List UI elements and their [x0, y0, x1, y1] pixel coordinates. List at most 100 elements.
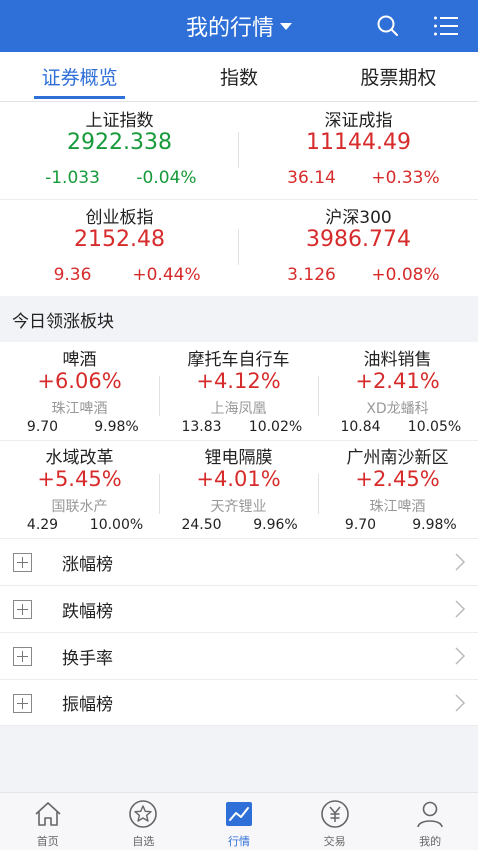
expand-plus-icon [13, 600, 32, 619]
menu-button[interactable] [428, 8, 464, 44]
chart-icon [225, 802, 252, 826]
ranking-label: 跌幅榜 [62, 601, 113, 622]
sector-pct: +5.45% [37, 467, 122, 491]
ranking-label: 涨幅榜 [62, 554, 113, 575]
leading-stock: 上海凤凰 [210, 401, 267, 417]
index-price: 2152.48 [74, 227, 165, 252]
stock-price: 10.84 [340, 419, 381, 435]
index-name: 深证成指 [324, 111, 393, 131]
stock-price: 13.83 [181, 419, 222, 435]
index-card-sz[interactable]: 深证成指 11144.49 36.14 +0.33% [239, 102, 478, 199]
chevron-right-icon [455, 553, 466, 571]
sector-name: 摩托车自行车 [187, 350, 290, 370]
tab-overview[interactable]: 证券概览 [0, 52, 159, 101]
sector-name: 水域改革 [45, 448, 114, 468]
expand-plus-icon [13, 553, 32, 572]
index-change: 3.126 [287, 265, 336, 285]
search-icon [377, 15, 398, 36]
chevron-right-icon [455, 600, 466, 618]
index-pct: +0.08% [371, 265, 440, 285]
nav-market[interactable]: 行情 [191, 793, 287, 850]
nav-watchlist[interactable]: 自选 [96, 793, 192, 850]
index-price: 2922.338 [67, 130, 172, 155]
index-pct: +0.44% [132, 265, 201, 285]
stock-price: 9.70 [26, 419, 59, 435]
stock-pct: 10.00% [89, 517, 144, 533]
sector-card[interactable]: 锂电隔膜 +4.01% 天齐锂业 24.50 9.96% [159, 440, 318, 538]
leading-stock: XD龙蟠科 [366, 401, 429, 417]
index-grid: 上证指数 2922.338 -1.033 -0.04% 深证成指 11144.49… [0, 102, 478, 296]
nav-profile[interactable]: 我的 [382, 793, 478, 850]
section-title-leading-sectors: 今日领涨板块 [0, 296, 478, 342]
sector-card[interactable]: 啤酒 +6.06% 珠江啤酒 9.70 9.98% [0, 342, 159, 440]
home-icon [35, 802, 61, 826]
leading-stock: 天齐锂业 [210, 499, 267, 515]
ranking-row-turnover[interactable]: 换手率 [0, 632, 478, 679]
tab-index[interactable]: 指数 [159, 52, 318, 101]
index-name: 上证指数 [85, 111, 154, 131]
ranking-label: 换手率 [62, 648, 113, 669]
stock-pct: 9.98% [412, 517, 457, 533]
index-card-hs300[interactable]: 沪深300 3986.774 3.126 +0.08% [239, 199, 478, 296]
sector-pct: +2.41% [355, 369, 440, 393]
index-change: 36.14 [287, 168, 336, 188]
sector-pct: +6.06% [37, 369, 122, 393]
nav-label: 我的 [419, 835, 442, 848]
nav-trade[interactable]: 交易 [287, 793, 383, 850]
star-icon [129, 800, 158, 828]
nav-label: 自选 [132, 835, 155, 848]
index-pct: +0.33% [371, 168, 440, 188]
leading-stock: 珠江啤酒 [369, 499, 426, 515]
chevron-right-icon [455, 694, 466, 712]
caret-down-icon [280, 22, 292, 30]
index-change: -1.033 [45, 168, 100, 188]
chevron-right-icon [455, 647, 466, 665]
title-dropdown[interactable]: 我的行情 [0, 0, 478, 52]
expand-plus-icon [13, 647, 32, 666]
sector-card[interactable]: 摩托车自行车 +4.12% 上海凤凰 13.83 10.02% [159, 342, 318, 440]
top-bar: 我的行情 [0, 0, 478, 52]
sector-card[interactable]: 水域改革 +5.45% 国联水产 4.29 10.00% [0, 440, 159, 538]
stock-price: 24.50 [181, 517, 222, 533]
stock-price: 4.29 [26, 517, 59, 533]
index-card-sh[interactable]: 上证指数 2922.338 -1.033 -0.04% [0, 102, 239, 199]
nav-label: 行情 [227, 835, 250, 848]
index-pct: -0.04% [136, 168, 197, 188]
index-card-cyb[interactable]: 创业板指 2152.48 9.36 +0.44% [0, 199, 239, 296]
sector-name: 广州南沙新区 [346, 448, 449, 468]
sector-pct: +4.12% [196, 369, 281, 393]
yuan-icon [320, 800, 349, 828]
stock-price: 9.70 [344, 517, 377, 533]
search-button[interactable] [370, 8, 406, 44]
tab-stock-options[interactable]: 股票期权 [319, 52, 478, 101]
stock-pct: 9.98% [94, 419, 139, 435]
ranking-label: 振幅榜 [62, 695, 113, 715]
index-price: 11144.49 [306, 130, 411, 155]
index-change: 9.36 [53, 265, 92, 285]
leading-stock: 珠江啤酒 [51, 401, 108, 417]
index-price: 3986.774 [306, 227, 411, 252]
ranking-list: 涨幅榜 跌幅榜 换手率 振幅榜 [0, 538, 478, 726]
sector-card[interactable]: 广州南沙新区 +2.45% 珠江啤酒 9.70 9.98% [318, 440, 477, 538]
sector-pct: +2.45% [355, 467, 440, 491]
bottom-nav: 首页 自选 行情 交易 我的 [0, 792, 478, 850]
list-menu-icon [434, 16, 458, 36]
page-title: 我的行情 [185, 16, 274, 41]
ranking-row-losers[interactable]: 跌幅榜 [0, 585, 478, 632]
index-name: 沪深300 [325, 208, 392, 228]
stock-pct: 9.96% [253, 517, 298, 533]
nav-label: 交易 [323, 835, 346, 848]
sector-name: 啤酒 [62, 350, 97, 370]
tab-bar: 证券概览 指数 股票期权 [0, 52, 478, 102]
user-icon [417, 801, 443, 828]
sector-name: 锂电隔膜 [204, 448, 273, 468]
stock-pct: 10.02% [248, 419, 303, 435]
nav-home[interactable]: 首页 [0, 793, 96, 850]
sector-card[interactable]: 油料销售 +2.41% XD龙蟠科 10.84 10.05% [318, 342, 477, 440]
index-name: 创业板指 [85, 208, 154, 228]
sector-pct: +4.01% [196, 467, 281, 491]
ranking-row-amplitude[interactable]: 振幅榜 [0, 679, 478, 726]
ranking-row-gainers[interactable]: 涨幅榜 [0, 538, 478, 585]
leading-stock: 国联水产 [51, 499, 108, 515]
nav-label: 首页 [36, 835, 59, 848]
